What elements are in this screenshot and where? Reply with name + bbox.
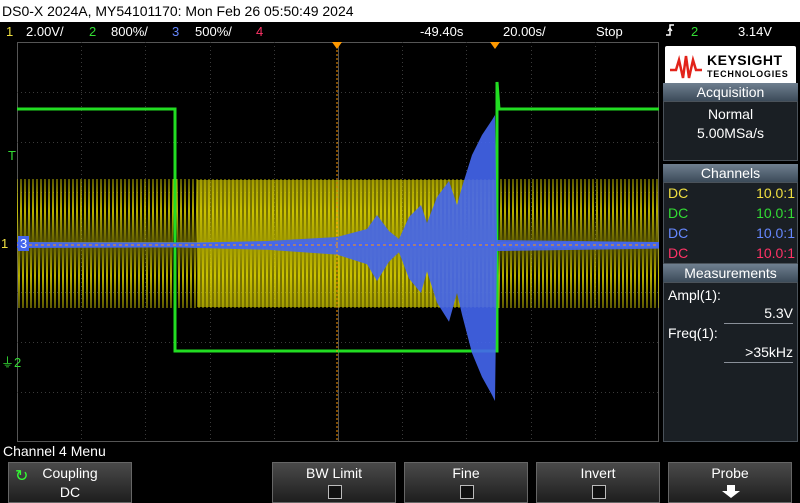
channels-box[interactable]: DC 10.0:1 DC 10.0:1 DC 10.0:1 DC 10.0:1: [663, 182, 798, 264]
trigger-position-marker: [490, 42, 500, 49]
waveform-display[interactable]: [16, 42, 660, 442]
bw-limit-softkey[interactable]: BW Limit: [272, 462, 396, 503]
channel-probe: 10.0:1: [756, 185, 795, 201]
window-title: DS0-X 2024A, MY54101170: Mon Feb 26 05:5…: [0, 0, 800, 22]
probe-softkey[interactable]: Probe: [668, 462, 792, 503]
channel-coupling: DC: [668, 225, 689, 241]
channel-row-3: DC 10.0:1: [666, 223, 797, 243]
down-arrow-icon: [721, 485, 741, 502]
channel-row-2: DC 10.0:1: [666, 203, 797, 223]
softkey-value: DC: [59, 484, 81, 500]
measurement-label: Ampl(1):: [668, 287, 721, 303]
measurement-divider: [724, 362, 793, 363]
invert-softkey[interactable]: Invert: [536, 462, 660, 503]
bw-limit-checkbox[interactable]: [328, 485, 342, 499]
trigger-level[interactable]: 3.14V: [738, 22, 772, 42]
channel-coupling: DC: [668, 185, 689, 201]
softkey-label: Invert: [580, 465, 616, 481]
sample-rate: 5.00MSa/s: [697, 125, 764, 141]
coupling-softkey[interactable]: ↻ Coupling DC: [8, 462, 132, 503]
keysight-wave-icon: [670, 55, 702, 79]
time-reference-marker: [332, 42, 342, 49]
softkey-label: Probe: [711, 465, 749, 481]
time-offset[interactable]: -49.40s: [420, 22, 463, 42]
status-bar: 1 2.00V/ 2 800%/ 3 500%/ 4 -49.40s 20.00…: [0, 22, 800, 42]
fine-checkbox[interactable]: [460, 485, 474, 499]
channel-row-4: DC 10.0:1: [666, 243, 797, 263]
ch1-ground-marker[interactable]: 1: [1, 236, 8, 251]
ch1-scale[interactable]: 2.00V/: [26, 22, 64, 42]
ch3-number[interactable]: 3: [172, 22, 179, 42]
measurements-header: Measurements: [663, 264, 798, 282]
time-scale[interactable]: 20.00s/: [503, 22, 546, 42]
ch3-scale[interactable]: 500%/: [195, 22, 232, 42]
menu-title: Channel 4 Menu: [3, 443, 106, 459]
measurements-box[interactable]: Ampl(1): 5.3V Freq(1): >35kHz: [663, 282, 798, 442]
ground-icon: ⏚: [1, 355, 15, 370]
edge-trigger-icon: [664, 22, 676, 44]
acquisition-box[interactable]: Normal 5.00MSa/s: [663, 101, 798, 161]
blank-softkey: [140, 462, 264, 503]
info-panel: KEYSIGHT TECHNOLOGIES Acquisition Normal…: [661, 42, 800, 442]
channel-probe: 10.0:1: [756, 245, 795, 261]
measurement-divider: [724, 323, 793, 324]
softkey-label: BW Limit: [306, 465, 362, 481]
ch2-scale[interactable]: 800%/: [111, 22, 148, 42]
channels-header: Channels: [663, 164, 798, 182]
ch2-number[interactable]: 2: [89, 22, 96, 42]
keysight-logo: KEYSIGHT TECHNOLOGIES: [665, 46, 796, 86]
ch2-ground-marker[interactable]: ⏚2: [1, 352, 21, 371]
channel-probe: 10.0:1: [756, 225, 795, 241]
channel-probe: 10.0:1: [756, 205, 795, 221]
fine-softkey[interactable]: Fine: [404, 462, 528, 503]
measurement-label: Freq(1):: [668, 325, 718, 341]
acquisition-header: Acquisition: [663, 83, 798, 101]
softkey-label: Coupling: [42, 465, 98, 481]
trigger-channel[interactable]: 2: [691, 22, 698, 42]
measurement-value: 5.3V: [764, 305, 793, 321]
measurement-value: >35kHz: [745, 344, 793, 360]
acquisition-mode: Normal: [707, 106, 754, 122]
invert-checkbox[interactable]: [592, 485, 606, 499]
softkey-label: Fine: [452, 465, 480, 481]
ch3-ground-marker[interactable]: 3: [18, 236, 30, 251]
logo-line1: KEYSIGHT: [707, 52, 783, 68]
ch4-number[interactable]: 4: [256, 22, 263, 42]
ch1-marker-label: 1: [1, 236, 9, 251]
waveform-canvas: [16, 42, 660, 442]
run-state[interactable]: Stop: [596, 22, 623, 42]
ch2-marker-label: 2: [14, 355, 22, 370]
channel-coupling: DC: [668, 205, 689, 221]
channel-row-1: DC 10.0:1: [666, 183, 797, 203]
logo-line2: TECHNOLOGIES: [707, 69, 789, 79]
trigger-level-marker[interactable]: T: [8, 148, 16, 163]
channel-coupling: DC: [668, 245, 689, 261]
softkey-bar: ↻ Coupling DC BW Limit Fine Invert Probe: [0, 462, 800, 503]
ch1-number[interactable]: 1: [6, 22, 13, 42]
